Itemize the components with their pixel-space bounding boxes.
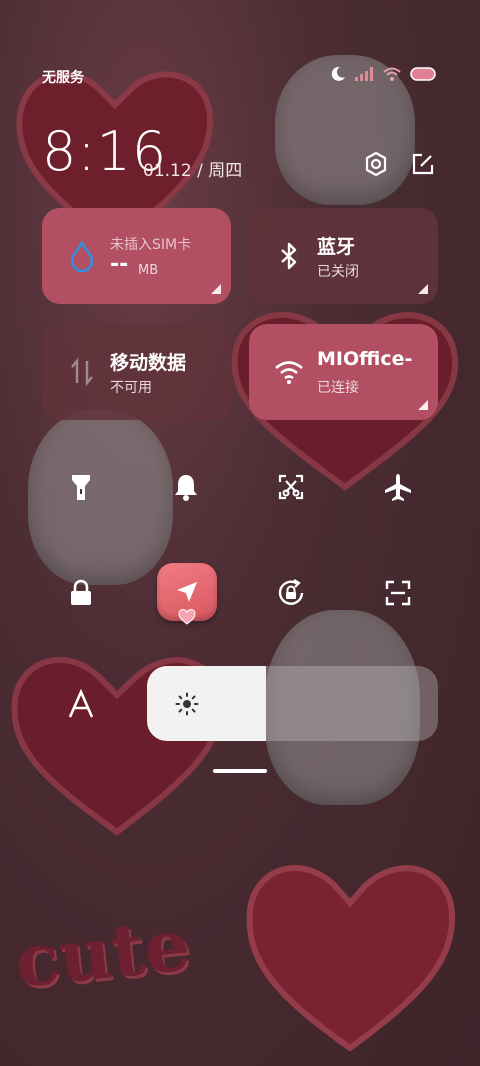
- airplane-mode-button[interactable]: [372, 461, 424, 513]
- location-button[interactable]: [157, 563, 217, 625]
- carrier-label: 无服务: [42, 70, 84, 86]
- wifi-icon: [275, 361, 303, 384]
- rotation-lock-button[interactable]: [265, 567, 317, 619]
- expand-corner-icon: [418, 284, 428, 294]
- settings-button[interactable]: [362, 150, 390, 178]
- moon-icon: [331, 66, 345, 81]
- heart-decoration: [246, 865, 456, 1052]
- scissors-icon: [278, 474, 304, 500]
- signal-icon: [355, 67, 373, 81]
- ring-mode-button[interactable]: [160, 461, 212, 513]
- mobile-data-title: 移动数据: [110, 352, 187, 374]
- lock-screen-button[interactable]: [55, 567, 107, 619]
- expand-corner-icon: [211, 284, 221, 294]
- date-label: 01.12 / 周四: [143, 161, 243, 181]
- drag-handle[interactable]: [213, 769, 267, 773]
- wifi-tile[interactable]: MIOffice- 已连接: [249, 324, 438, 420]
- bluetooth-tile[interactable]: 蓝牙 已关闭: [249, 208, 438, 304]
- flashlight-button[interactable]: [55, 461, 107, 513]
- data-usage-title: 未插入SIM卡: [110, 237, 192, 253]
- data-usage-value: --: [110, 252, 129, 277]
- auto-brightness-button[interactable]: [55, 678, 107, 730]
- bluetooth-status: 已关闭: [317, 264, 359, 280]
- bell-icon: [175, 475, 197, 501]
- wallpaper-text: cute: [11, 901, 195, 1004]
- location-arrow-icon: [177, 582, 197, 602]
- bluetooth-icon: [281, 242, 297, 270]
- sun-icon: [175, 692, 199, 716]
- brightness-slider[interactable]: [147, 666, 438, 741]
- data-usage-tile[interactable]: 未插入SIM卡 -- MB: [42, 208, 231, 304]
- status-bar: 无服务: [0, 60, 480, 90]
- expand-corner-icon: [418, 400, 428, 410]
- mobile-data-status: 不可用: [110, 380, 152, 396]
- mobile-data-icon: [71, 357, 93, 387]
- screenshot-button[interactable]: [265, 461, 317, 513]
- airplane-icon: [385, 474, 411, 501]
- wifi-network-name: MIOffice-: [317, 348, 413, 370]
- auto-brightness-icon: [68, 689, 94, 718]
- water-drop-icon: [70, 240, 94, 272]
- rotation-lock-icon: [278, 579, 304, 605]
- mobile-data-tile[interactable]: 移动数据 不可用: [42, 324, 231, 420]
- scan-button[interactable]: [372, 567, 424, 619]
- wifi-icon: [383, 67, 401, 81]
- gear-icon: [365, 151, 387, 177]
- heart-sticker-icon: [178, 609, 196, 625]
- data-usage-unit: MB: [138, 263, 159, 278]
- flashlight-icon: [72, 475, 90, 500]
- brightness-level: [147, 666, 267, 741]
- wifi-status: 已连接: [317, 380, 359, 396]
- bluetooth-title: 蓝牙: [317, 236, 356, 258]
- edit-icon: [412, 153, 434, 175]
- lock-icon: [71, 579, 91, 605]
- battery-icon: [410, 67, 436, 81]
- edit-button[interactable]: [409, 150, 437, 178]
- scan-icon: [385, 580, 411, 606]
